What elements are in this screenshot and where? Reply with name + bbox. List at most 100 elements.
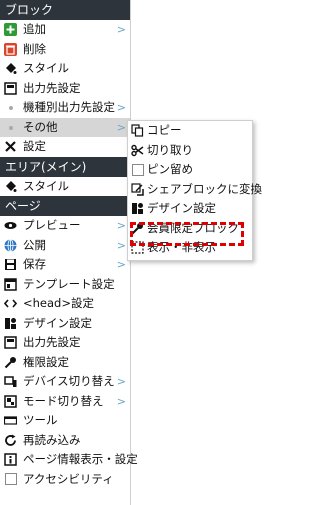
menu-item-device-output-settings[interactable]: 機種別出力先設定 > (0, 98, 130, 118)
menu-item-label: 削除 (23, 41, 46, 56)
section-header-block: ブロック (0, 0, 130, 20)
menu-item-design-settings[interactable]: デザイン設定 (0, 314, 130, 334)
menu-item-delete[interactable]: 削除 (0, 40, 130, 60)
bullet-icon (9, 125, 13, 130)
visibility-icon (131, 241, 144, 254)
menu-item-settings[interactable]: 設定 (0, 137, 130, 157)
menu-item-label: デザイン設定 (23, 315, 92, 330)
submenu-other: コピー 切り取り ピン留め シェアブロックに変換 デザイン設定 会員限定ブロック (127, 120, 262, 261)
eye-icon (4, 219, 17, 232)
paint-bucket-icon (4, 180, 17, 193)
section-header-area: エリア(メイン) (0, 156, 130, 177)
globe-icon (4, 238, 17, 252)
menu-item-area-style[interactable]: スタイル (0, 177, 130, 197)
checkbox-icon (131, 163, 144, 176)
menu-item-output-settings[interactable]: 出力先設定 (0, 79, 130, 99)
menu-item-label: ページ情報表示・設定 (23, 452, 138, 466)
section-header-page: ページ (0, 196, 130, 216)
submenu-item-design-settings[interactable]: デザイン設定 (128, 199, 252, 219)
design-icon (131, 202, 144, 215)
menu-item-label: 再読み込み (23, 432, 81, 447)
trash-icon (4, 42, 17, 56)
menu-item-page-info[interactable]: ページ情報表示・設定 (0, 450, 138, 470)
menu-item-head-settings[interactable]: <head>設定 (0, 294, 130, 314)
menu-item-label: コピー (147, 123, 182, 137)
menu-item-label: スタイル (23, 61, 69, 75)
menu-item-publish[interactable]: 公開 > (0, 236, 130, 256)
key-icon (4, 356, 17, 369)
submenu-item-cut[interactable]: 切り取り (128, 141, 252, 161)
menu-item-label: スタイル (23, 178, 69, 193)
submenu-item-convert-share-block[interactable]: シェアブロックに変換 (128, 180, 262, 200)
menu-item-other[interactable]: その他 > (0, 117, 130, 137)
menu-item-label: 切り取り (147, 142, 193, 157)
menu-item-label: ツール (23, 413, 58, 427)
submenu-arrow-icon: > (116, 394, 126, 408)
tools-icon (4, 140, 17, 153)
menu-item-device-switch[interactable]: デバイス切り替え > (0, 372, 130, 392)
menu-item-label: 出力先設定 (23, 335, 81, 349)
menu-item-label: 公開 (23, 237, 46, 252)
submenu-arrow-icon: > (116, 219, 126, 232)
submenu-item-show-hide[interactable]: 表示・非表示 (128, 238, 252, 258)
menu-item-permission-settings[interactable]: 権限設定 (0, 353, 130, 373)
save-icon (4, 258, 17, 271)
paint-bucket-icon (4, 62, 17, 75)
menu-item-accessibility[interactable]: アクセシビリティ (0, 470, 130, 490)
mode-icon (4, 394, 17, 408)
checkbox-icon (4, 473, 17, 486)
menu-item-mode-switch[interactable]: モード切り替え > (0, 392, 130, 412)
menu-item-label: 設定 (23, 139, 46, 153)
reload-icon (4, 434, 17, 447)
design-icon (4, 317, 17, 330)
menu-item-label: アクセシビリティ (23, 471, 114, 486)
menu-item-label: その他 (23, 119, 58, 134)
menu-item-label: 会員限定ブロック (147, 220, 239, 235)
output-icon (4, 336, 17, 349)
menu-item-label: <head>設定 (23, 296, 94, 310)
template-icon (4, 277, 17, 291)
menu-item-label: 保存 (23, 257, 46, 271)
add-icon (4, 23, 17, 36)
menu-item-add[interactable]: 追加 > (0, 20, 130, 40)
submenu-arrow-icon: > (116, 375, 126, 388)
menu-item-label: デバイス切り替え (23, 374, 115, 388)
menu-item-label: 出力先設定 (23, 80, 81, 95)
submenu-item-pin[interactable]: ピン留め (128, 160, 252, 180)
toolbar-icon (4, 414, 17, 427)
context-menu: ブロック 追加 > 削除 スタイル 出力先設定 機種別出力先設定 > その他 > (0, 0, 138, 505)
bullet-icon (9, 106, 13, 110)
submenu-item-members-only-block[interactable]: 会員限定ブロック (128, 219, 252, 239)
info-icon (4, 453, 17, 466)
output-icon (4, 81, 17, 95)
submenu-arrow-icon: > (116, 101, 126, 114)
submenu-arrow-icon: > (116, 238, 126, 252)
menu-item-label: モード切り替え (23, 393, 104, 408)
menu-item-label: プレビュー (23, 218, 81, 232)
scissors-icon (131, 144, 144, 157)
menu-item-preview[interactable]: プレビュー > (0, 216, 130, 236)
submenu-arrow-icon: > (116, 258, 126, 271)
menu-item-label: 追加 (23, 22, 46, 36)
menu-item-label: デザイン設定 (147, 201, 216, 215)
share-icon (131, 182, 144, 196)
menu-item-page-output-settings[interactable]: 出力先設定 (0, 333, 130, 353)
menu-item-label: 権限設定 (23, 354, 69, 369)
menu-item-tools[interactable]: ツール (0, 411, 130, 431)
menu-item-save[interactable]: 保存 > (0, 255, 130, 275)
submenu-arrow-icon: > (116, 23, 126, 36)
key-icon (131, 222, 144, 235)
menu-item-style[interactable]: スタイル (0, 59, 130, 79)
device-icon (4, 375, 17, 388)
menu-item-label: 表示・非表示 (147, 240, 216, 254)
copy-icon (131, 124, 144, 137)
submenu-arrow-icon: > (116, 120, 126, 134)
menu-item-reload[interactable]: 再読み込み (0, 431, 130, 451)
menu-item-template-settings[interactable]: テンプレート設定 (0, 275, 130, 295)
menu-item-label: シェアブロックに変換 (147, 181, 262, 196)
menu-item-label: ピン留め (147, 162, 193, 176)
menu-item-label: テンプレート設定 (23, 276, 115, 291)
menu-item-label: 機種別出力先設定 (23, 100, 115, 114)
code-icon (4, 297, 17, 310)
submenu-item-copy[interactable]: コピー (128, 121, 252, 141)
